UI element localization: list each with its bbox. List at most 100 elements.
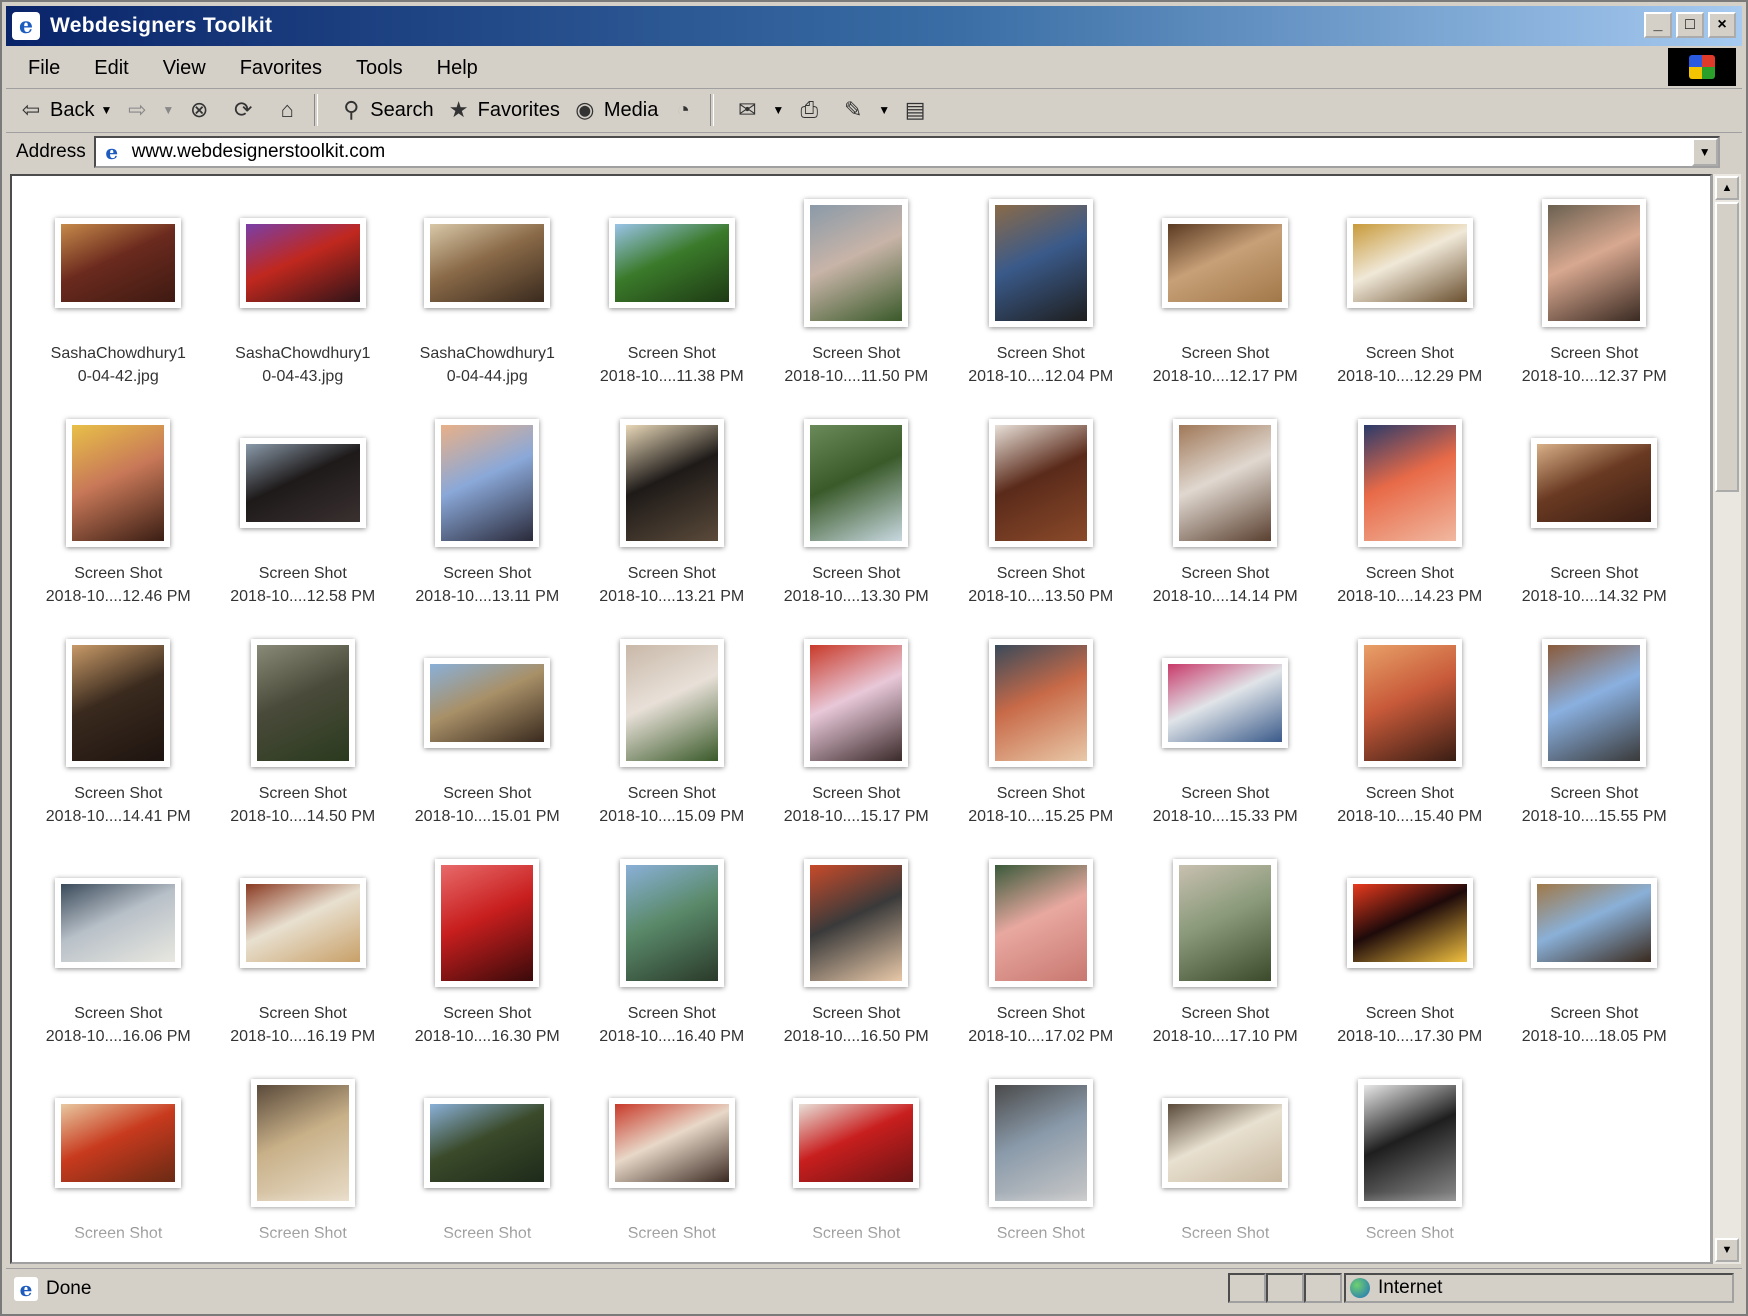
file-item[interactable]: Screen Shot 2018-10....17.02 PM xyxy=(949,854,1134,1074)
file-item[interactable]: Screen Shot 2018-10....16.40 PM xyxy=(580,854,765,1074)
photo-thumbnail[interactable] xyxy=(1346,218,1473,308)
address-url[interactable]: www.webdesignerstoolkit.com xyxy=(132,141,385,163)
file-item[interactable]: Screen Shot 2018-10....15.25 PM xyxy=(949,634,1134,854)
maximize-button[interactable]: □ xyxy=(1676,12,1704,38)
file-item[interactable]: Screen Shot 2018-10....16.50 PM xyxy=(764,854,949,1074)
photo-thumbnail[interactable] xyxy=(55,878,182,968)
photo-thumbnail[interactable] xyxy=(988,859,1093,987)
photo-thumbnail[interactable] xyxy=(804,199,909,327)
photo-thumbnail[interactable] xyxy=(804,859,909,987)
file-item[interactable]: Screen Shot 2018-10....16.30 PM xyxy=(395,854,580,1074)
file-item[interactable]: Screen Shot 2018-10....15.01 PM xyxy=(395,634,580,854)
photo-thumbnail[interactable] xyxy=(1531,878,1658,968)
file-item[interactable]: Screen Shot 2018-10....14.23 PM xyxy=(1318,414,1503,634)
file-item[interactable]: Screen Shot 2018-10....13.11 PM xyxy=(395,414,580,634)
photo-thumbnail[interactable] xyxy=(988,639,1093,767)
menu-file[interactable]: File xyxy=(24,55,64,82)
scroll-down-icon[interactable]: ▼ xyxy=(1715,1238,1739,1262)
file-item[interactable]: Screen Shot 2018-10....15.09 PM xyxy=(580,634,765,854)
photo-thumbnail[interactable] xyxy=(1173,859,1278,987)
file-item[interactable]: Screen Shot 2018-10....14.41 PM xyxy=(26,634,211,854)
file-item[interactable]: Screen Shot 2018-10....13.30 PM xyxy=(764,414,949,634)
photo-thumbnail[interactable] xyxy=(239,878,366,968)
print-button[interactable]: ⎙ xyxy=(796,97,828,123)
photo-thumbnail[interactable] xyxy=(424,218,551,308)
file-item[interactable]: Screen Shot 2018-10....12.17 PM xyxy=(1133,194,1318,414)
file-item[interactable]: SashaChowdhury1 0-04-42.jpg xyxy=(26,194,211,414)
photo-thumbnail[interactable] xyxy=(608,218,735,308)
forward-button[interactable]: ⇨ ▼ xyxy=(124,97,174,123)
photo-thumbnail[interactable] xyxy=(424,1098,551,1188)
scroll-thumb[interactable] xyxy=(1715,202,1739,492)
file-item[interactable]: Screen Shot 2018-10....12.37 PM xyxy=(1502,194,1687,414)
photo-thumbnail[interactable] xyxy=(66,639,171,767)
photo-thumbnail[interactable] xyxy=(619,419,724,547)
photo-thumbnail[interactable] xyxy=(55,1098,182,1188)
photo-thumbnail[interactable] xyxy=(1357,1079,1462,1207)
file-item[interactable]: Screen Shot 2018-10....12.04 PM xyxy=(949,194,1134,414)
mail-dropdown-icon[interactable]: ▼ xyxy=(772,103,784,117)
refresh-button[interactable]: ⟳ xyxy=(230,97,262,123)
photo-thumbnail[interactable] xyxy=(239,218,366,308)
file-item[interactable]: Screen Shot 2018-10....12.29 PM xyxy=(1318,194,1503,414)
photo-thumbnail[interactable] xyxy=(619,859,724,987)
photo-thumbnail[interactable] xyxy=(424,658,551,748)
history-button[interactable]: ◔ xyxy=(670,97,702,123)
menu-view[interactable]: View xyxy=(159,55,210,82)
photo-thumbnail[interactable] xyxy=(250,1079,355,1207)
menu-tools[interactable]: Tools xyxy=(352,55,407,82)
photo-thumbnail[interactable] xyxy=(608,1098,735,1188)
menu-favorites[interactable]: Favorites xyxy=(236,55,326,82)
photo-thumbnail[interactable] xyxy=(988,419,1093,547)
file-item[interactable]: Screen Shot 2018-10....17.30 PM xyxy=(1318,854,1503,1074)
minimize-button[interactable]: _ xyxy=(1644,12,1672,38)
file-item[interactable]: Screen Shot 2018-10....15.33 PM xyxy=(1133,634,1318,854)
media-button[interactable]: ◉ Media xyxy=(572,97,658,123)
photo-thumbnail[interactable] xyxy=(988,199,1093,327)
file-item[interactable]: Screen Shot 2018-10....13.21 PM xyxy=(580,414,765,634)
photo-thumbnail[interactable] xyxy=(435,859,540,987)
search-button[interactable]: ⚲ Search xyxy=(338,97,433,123)
menu-help[interactable]: Help xyxy=(433,55,482,82)
photo-thumbnail[interactable] xyxy=(804,639,909,767)
address-input[interactable]: e www.webdesignerstoolkit.com ▼ xyxy=(93,136,1720,168)
file-item[interactable]: Screen Shot 2018-10....12.58 PM xyxy=(211,414,396,634)
discuss-button[interactable]: ▤ xyxy=(902,97,934,123)
file-item[interactable]: Screen Shot 2018-10....18.05 PM xyxy=(1502,854,1687,1074)
file-item[interactable]: Screen Shot 2018-10....17.10 PM xyxy=(1133,854,1318,1074)
back-button[interactable]: ⇦ Back ▼ xyxy=(18,97,113,123)
photo-thumbnail[interactable] xyxy=(988,1079,1093,1207)
scroll-up-icon[interactable]: ▲ xyxy=(1715,176,1739,200)
photo-thumbnail[interactable] xyxy=(1531,438,1658,528)
photo-thumbnail[interactable] xyxy=(1357,639,1462,767)
file-item[interactable]: Screen Shot 2018-10....15.55 PM xyxy=(1502,634,1687,854)
photo-thumbnail[interactable] xyxy=(239,438,366,528)
photo-thumbnail[interactable] xyxy=(66,419,171,547)
photo-thumbnail[interactable] xyxy=(1542,199,1647,327)
photo-thumbnail[interactable] xyxy=(250,639,355,767)
address-dropdown-icon[interactable]: ▼ xyxy=(1691,138,1718,166)
file-item[interactable]: Screen Shot 2018-10....15.40 PM xyxy=(1318,634,1503,854)
photo-thumbnail[interactable] xyxy=(1162,658,1289,748)
file-item[interactable]: Screen Shot 2018-10....13.50 PM xyxy=(949,414,1134,634)
home-button[interactable]: ⌂ xyxy=(274,97,306,123)
file-item[interactable]: SashaChowdhury1 0-04-43.jpg xyxy=(211,194,396,414)
menu-edit[interactable]: Edit xyxy=(90,55,132,82)
favorites-button[interactable]: ★ Favorites xyxy=(446,97,560,123)
file-item[interactable]: Screen Shot 2018-10....11.38 PM xyxy=(580,194,765,414)
photo-thumbnail[interactable] xyxy=(1162,218,1289,308)
photo-thumbnail[interactable] xyxy=(1173,419,1278,547)
file-item[interactable]: Screen Shot 2018-10....16.19 PM xyxy=(211,854,396,1074)
file-item[interactable]: Screen Shot 2018-10....14.14 PM xyxy=(1133,414,1318,634)
stop-button[interactable]: ⊗ xyxy=(186,97,218,123)
photo-thumbnail[interactable] xyxy=(435,419,540,547)
mail-button[interactable]: ✉ ▼ xyxy=(734,97,784,123)
file-item[interactable]: Screen Shot 2018-10....14.32 PM xyxy=(1502,414,1687,634)
photo-thumbnail[interactable] xyxy=(793,1098,920,1188)
file-item[interactable]: SashaChowdhury1 0-04-44.jpg xyxy=(395,194,580,414)
photo-thumbnail[interactable] xyxy=(1357,419,1462,547)
photo-thumbnail[interactable] xyxy=(1346,878,1473,968)
edit-button[interactable]: ✎ ▼ xyxy=(840,97,890,123)
photo-thumbnail[interactable] xyxy=(619,639,724,767)
file-item[interactable]: Screen Shot 2018-10....15.17 PM xyxy=(764,634,949,854)
